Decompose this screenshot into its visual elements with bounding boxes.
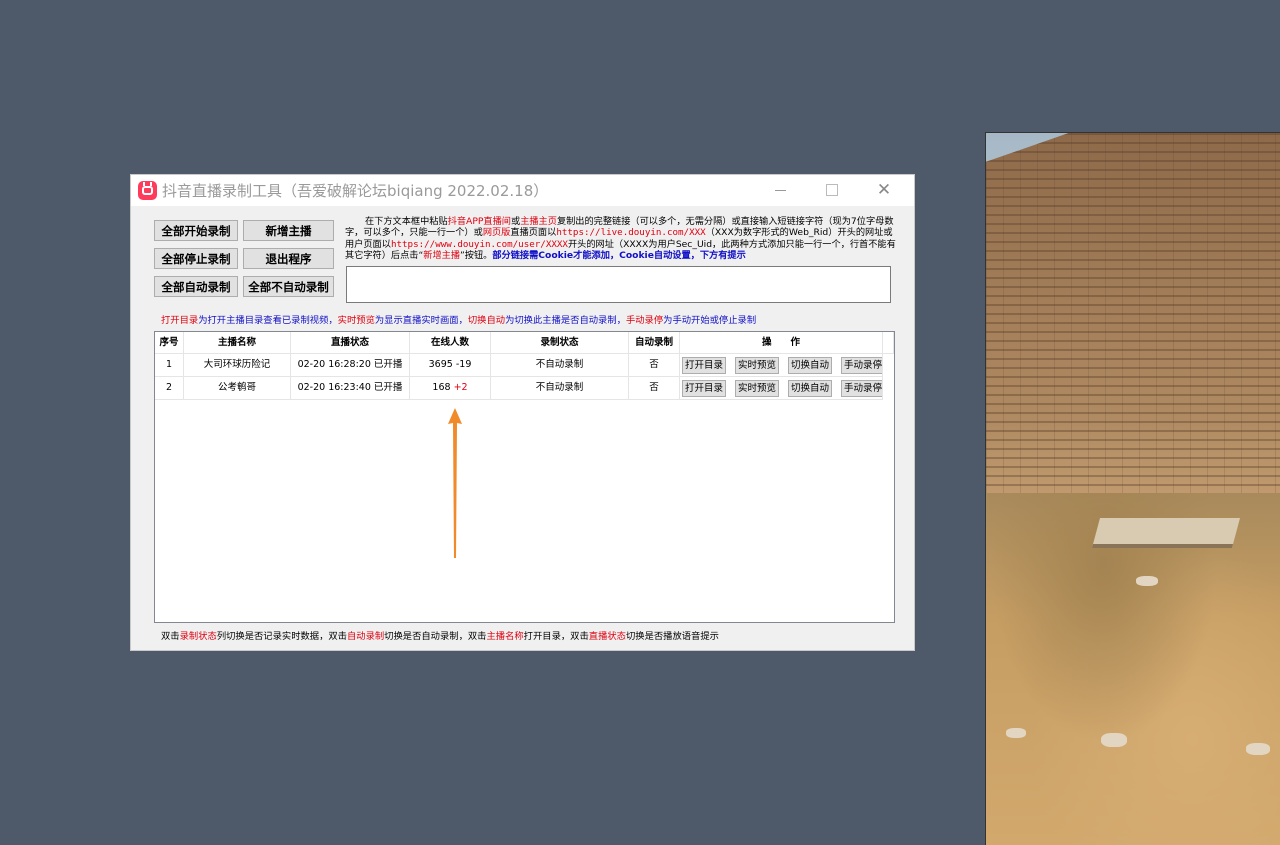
live-preview-button[interactable]: 实时预览: [735, 356, 780, 374]
row-index: 1: [155, 354, 184, 377]
table-row[interactable]: 2 公考鹌哥 02-20 16:23:40 已开播 168 +2 不自动录制 否…: [155, 377, 883, 400]
hint-text: 打开目录，双击: [523, 631, 589, 642]
app-window: 抖音直播录制工具（吾爱破解论坛biqiang 2022.02.18） ✕ 全部开…: [130, 174, 915, 651]
streamer-table: 序号 主播名称 直播状态 在线人数 录制状态 自动录制 操 作 1 大司环球历险…: [154, 331, 895, 623]
online-value: 168: [432, 382, 451, 393]
column-header-name[interactable]: 主播名称: [184, 332, 291, 354]
hint-keyword: 切换自动: [467, 315, 506, 326]
column-header-operations[interactable]: 操 作: [680, 332, 883, 354]
streamer-name[interactable]: 大司环球历险记: [184, 354, 291, 377]
no-auto-record-all-button[interactable]: 全部不自动录制: [243, 276, 334, 297]
photo-stone-slab: [1091, 518, 1241, 548]
arrow-annotation-icon: [448, 408, 462, 558]
hint-text: 为手动开始或停止录制: [663, 315, 757, 326]
hint-text: 切换是否自动录制，双击: [384, 631, 487, 642]
online-delta: +2: [453, 382, 468, 393]
toggle-auto-button[interactable]: 切换自动: [788, 379, 833, 397]
instr-highlight: 主播主页: [520, 216, 557, 227]
record-status[interactable]: 不自动录制: [491, 377, 629, 400]
toggle-auto-button[interactable]: 切换自动: [788, 356, 833, 374]
column-header-record-status[interactable]: 录制状态: [491, 332, 629, 354]
minimize-icon: [774, 189, 786, 191]
manual-record-button[interactable]: 手动录停: [841, 379, 882, 397]
instr-text: 直播页面以: [510, 227, 557, 239]
record-status[interactable]: 不自动录制: [491, 354, 629, 377]
open-folder-button[interactable]: 打开目录: [682, 356, 727, 374]
tv-icon: [138, 181, 157, 200]
instr-text: 或: [511, 216, 521, 227]
hint-keyword: 自动录制: [346, 631, 385, 642]
start-all-recording-button[interactable]: 全部开始录制: [154, 220, 238, 241]
manual-record-button[interactable]: 手动录停: [841, 356, 882, 374]
instr-text: 在下方文本框中粘贴: [365, 216, 448, 227]
instr-url: https://live.douyin.com/XXX: [556, 227, 706, 239]
auto-record-all-button[interactable]: 全部自动录制: [154, 276, 238, 297]
hint-keyword: 打开目录: [161, 315, 199, 326]
hint-text: 列切换是否记录实时数据，双击: [216, 631, 347, 642]
table-row[interactable]: 1 大司环球历险记 02-20 16:28:20 已开播 3695 -19 不自…: [155, 354, 883, 377]
maximize-icon: [826, 184, 838, 196]
background-photo: [985, 132, 1280, 845]
hint-text: 为切换此主播是否自动录制，: [505, 315, 626, 326]
stop-all-recording-button[interactable]: 全部停止录制: [154, 248, 238, 269]
photo-rock: [1246, 743, 1270, 755]
row-index: 2: [155, 377, 184, 400]
column-header-index[interactable]: 序号: [155, 332, 184, 354]
operation-hint: 打开目录为打开主播目录查看已录制视频，实时预览为显示直播实时画面，切换自动为切换…: [161, 312, 756, 326]
photo-rock: [1136, 576, 1158, 586]
instr-url: https://www.douyin.com/user/XXXX: [390, 238, 568, 250]
column-header-live-status[interactable]: 直播状态: [291, 332, 410, 354]
hint-keyword: 实时预览: [337, 315, 375, 326]
double-click-hint: 双击录制状态列切换是否记录实时数据，双击自动录制切换是否自动录制，双击主播名称打…: [161, 628, 719, 642]
hint-text: 切换是否播放语音提示: [625, 631, 719, 642]
table-header-row: 序号 主播名称 直播状态 在线人数 录制状态 自动录制 操 作: [155, 332, 894, 354]
row-operations: 打开目录 实时预览 切换自动 手动录停: [680, 377, 883, 400]
photo-rock: [1006, 728, 1026, 738]
instr-cookie-note: 部分链接需Cookie才能添加，Cookie自动设置，下方有提示: [492, 249, 746, 261]
column-header-auto-record[interactable]: 自动录制: [629, 332, 680, 354]
title-bar: 抖音直播录制工具（吾爱破解论坛biqiang 2022.02.18） ✕: [131, 175, 914, 206]
hint-keyword: 主播名称: [486, 631, 524, 642]
instr-text: ”按钮。: [460, 249, 493, 261]
instructions-text: 在下方文本框中粘贴抖音APP直播间或主播主页复制出的完整链接（可以多个，无需分隔…: [345, 216, 899, 261]
online-count: 168 +2: [410, 377, 491, 400]
auto-record[interactable]: 否: [629, 354, 680, 377]
online-count: 3695 -19: [410, 354, 491, 377]
close-icon: ✕: [876, 180, 892, 200]
live-preview-button[interactable]: 实时预览: [735, 379, 780, 397]
add-streamer-button[interactable]: 新增主播: [243, 220, 334, 241]
exit-program-button[interactable]: 退出程序: [243, 248, 334, 269]
hint-keyword: 直播状态: [588, 631, 626, 642]
hint-text: 为打开主播目录查看已录制视频，: [198, 315, 338, 326]
online-delta: -19: [455, 359, 472, 370]
streamer-name[interactable]: 公考鹌哥: [184, 377, 291, 400]
online-value: 3695: [428, 359, 453, 370]
hint-text: 双击: [161, 631, 180, 642]
open-folder-button[interactable]: 打开目录: [682, 379, 727, 397]
maximize-button[interactable]: [809, 175, 855, 206]
hint-keyword: 录制状态: [179, 631, 217, 642]
close-button[interactable]: ✕: [861, 175, 907, 206]
instr-highlight: 新增主播: [423, 249, 461, 261]
instr-highlight: 抖音APP直播间: [447, 216, 511, 227]
row-operations: 打开目录 实时预览 切换自动 手动录停: [680, 354, 883, 377]
window-title: 抖音直播录制工具（吾爱破解论坛biqiang 2022.02.18）: [162, 182, 549, 200]
live-status[interactable]: 02-20 16:23:40 已开播: [291, 377, 410, 400]
live-status[interactable]: 02-20 16:28:20 已开播: [291, 354, 410, 377]
photo-rock: [1101, 733, 1127, 747]
hint-text: 为显示直播实时画面，: [374, 315, 468, 326]
auto-record[interactable]: 否: [629, 377, 680, 400]
hint-keyword: 手动录停: [625, 315, 664, 326]
link-input[interactable]: [346, 266, 891, 303]
column-header-online[interactable]: 在线人数: [410, 332, 491, 354]
minimize-button[interactable]: [757, 175, 803, 206]
column-header-spacer: [883, 332, 894, 354]
instr-highlight: 网页版: [482, 227, 511, 239]
photo-pyramid: [986, 133, 1280, 493]
